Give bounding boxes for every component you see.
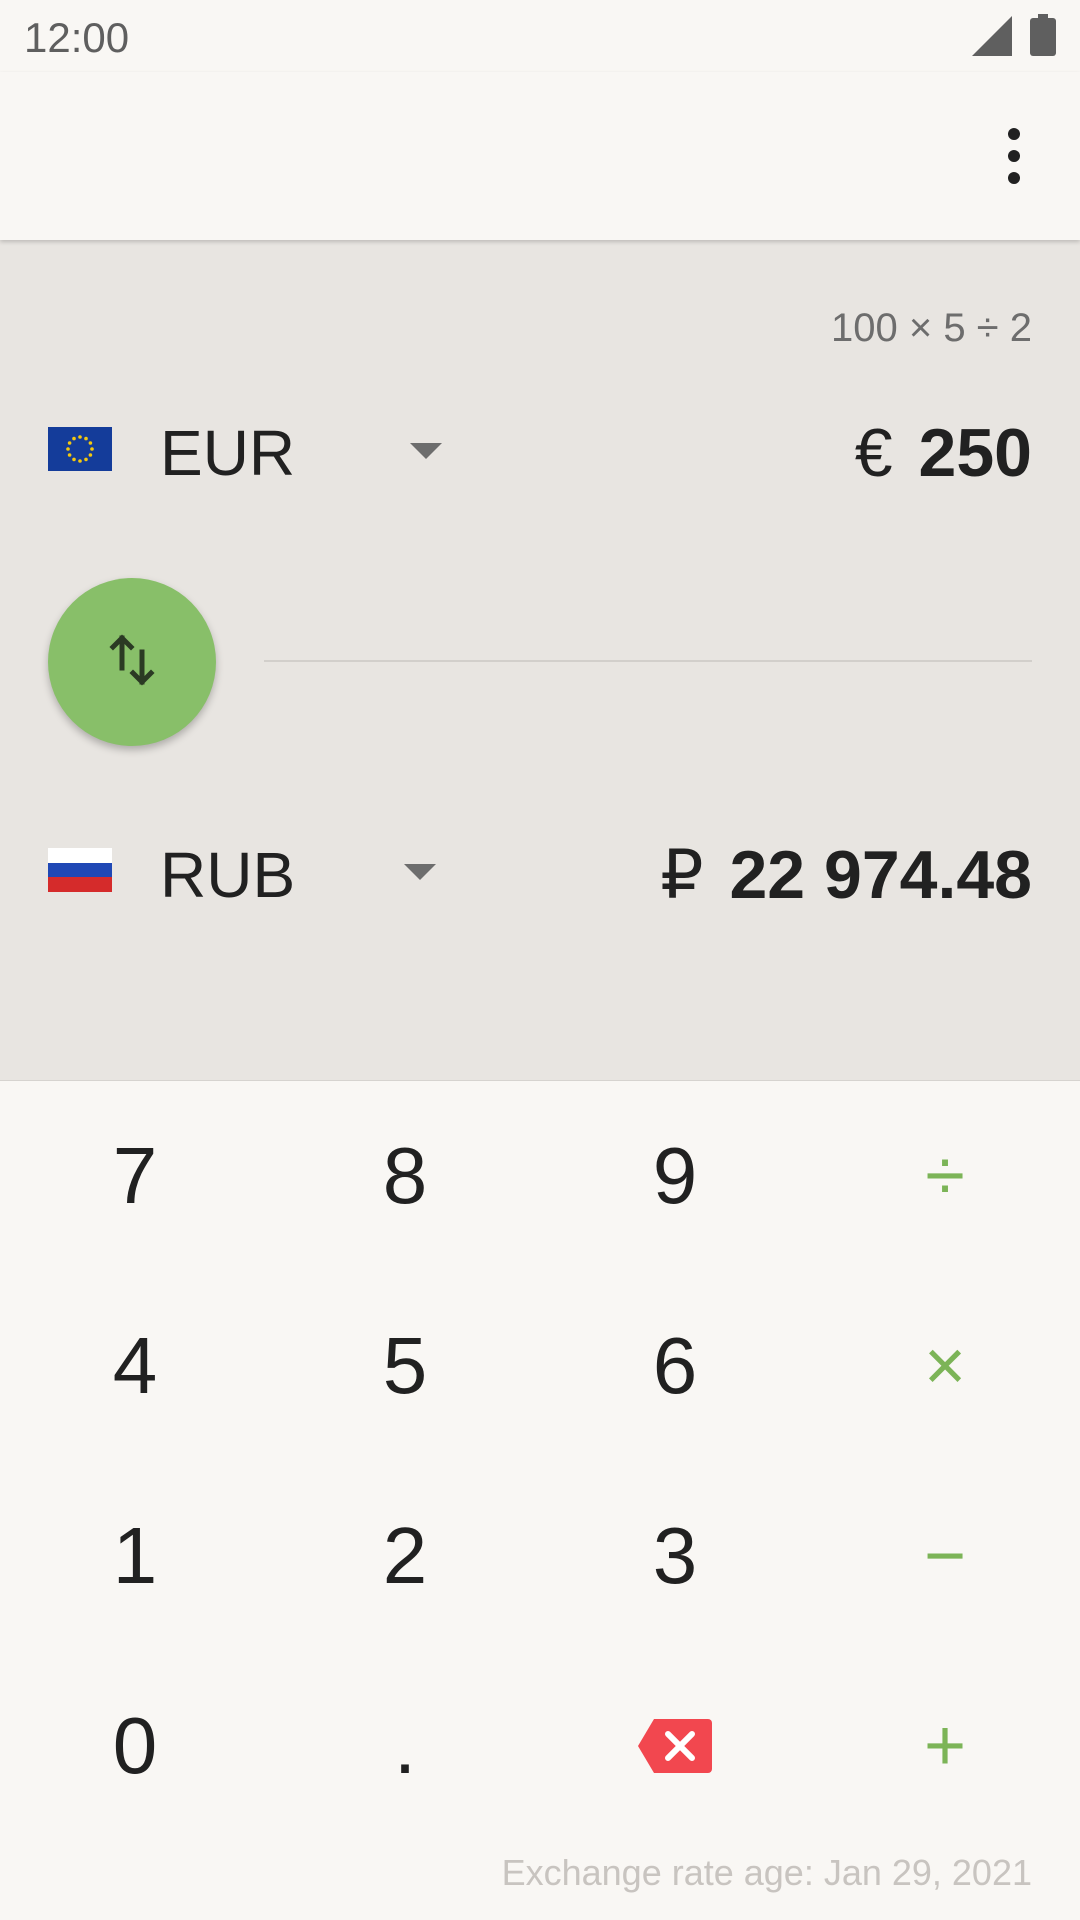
to-currency-symbol: ₽ — [660, 837, 704, 913]
status-time: 12:00 — [24, 14, 130, 61]
from-currency-code[interactable]: EUR — [160, 416, 295, 490]
key-8[interactable]: 8 — [270, 1081, 540, 1271]
divider — [264, 660, 1032, 662]
to-currency-row: RUB ₽ 22 974.48 — [0, 810, 1080, 930]
backspace-button[interactable] — [540, 1651, 810, 1841]
to-amount-value: 22 974.48 — [729, 837, 1032, 913]
from-amount-value: 250 — [918, 415, 1032, 491]
from-currency-symbol: € — [854, 415, 893, 491]
overflow-menu-icon[interactable] — [984, 116, 1044, 196]
key-5[interactable]: 5 — [270, 1271, 540, 1461]
app-bar — [0, 72, 1080, 240]
to-amount: ₽ 22 974.48 — [660, 836, 1032, 915]
from-currency-row: EUR € 250 — [0, 390, 1080, 510]
backspace-icon — [638, 1700, 712, 1792]
key-4[interactable]: 4 — [0, 1271, 270, 1461]
cell-signal-icon — [972, 16, 1012, 61]
key-6[interactable]: 6 — [540, 1271, 810, 1461]
key-divide[interactable]: ÷ — [810, 1081, 1080, 1271]
key-0[interactable]: 0 — [0, 1651, 270, 1841]
key-9[interactable]: 9 — [540, 1081, 810, 1271]
swap-currencies-button[interactable] — [48, 578, 216, 746]
key-2[interactable]: 2 — [270, 1461, 540, 1651]
from-currency-dropdown-icon[interactable] — [410, 443, 442, 459]
keypad: 7 8 9 ÷ 4 5 6 × 1 2 3 − 0 . + — [0, 1081, 1080, 1841]
expression-display: 100 × 5 ÷ 2 — [831, 306, 1032, 350]
to-currency-dropdown-icon[interactable] — [404, 864, 436, 880]
swap-vertical-icon — [104, 630, 160, 695]
from-amount: € 250 — [855, 414, 1032, 492]
key-multiply[interactable]: × — [810, 1271, 1080, 1461]
exchange-rate-age: Exchange rate age: Jan 29, 2021 — [501, 1852, 1032, 1893]
key-7[interactable]: 7 — [0, 1081, 270, 1271]
key-1[interactable]: 1 — [0, 1461, 270, 1651]
status-bar: 12:00 — [0, 0, 1080, 72]
to-currency-code[interactable]: RUB — [160, 838, 295, 912]
key-decimal[interactable]: . — [270, 1651, 540, 1841]
key-add[interactable]: + — [810, 1651, 1080, 1841]
russia-flag-icon — [48, 848, 112, 892]
converter-panel: 100 × 5 ÷ 2 EUR € 250 RUB ₽ 22 974.48 — [0, 240, 1080, 1081]
battery-icon — [1030, 14, 1056, 61]
key-subtract[interactable]: − — [810, 1461, 1080, 1651]
eu-flag-icon — [48, 427, 112, 471]
key-3[interactable]: 3 — [540, 1461, 810, 1651]
